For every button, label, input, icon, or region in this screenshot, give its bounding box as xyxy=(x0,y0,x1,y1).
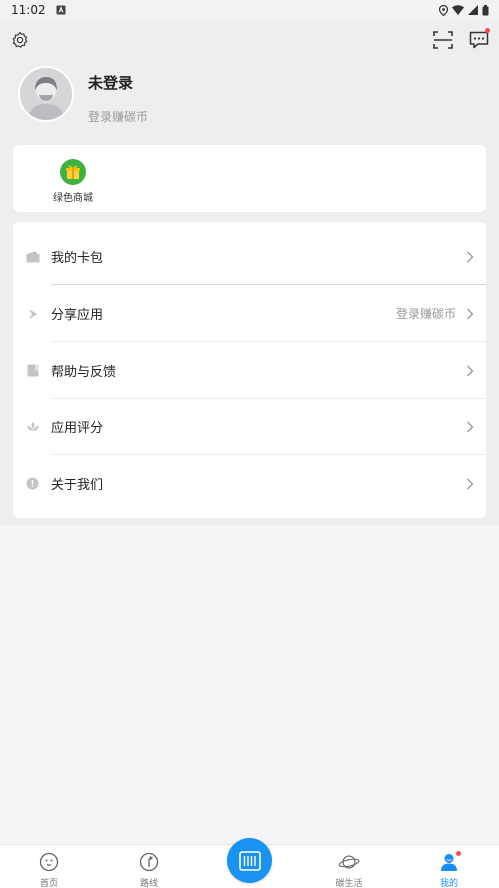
chevron-right-icon xyxy=(467,308,474,319)
home-face-icon xyxy=(38,851,60,873)
wallet-icon xyxy=(25,249,40,264)
chevron-right-icon xyxy=(467,365,474,376)
tab-carbon-life[interactable]: 碳生活 xyxy=(319,851,379,888)
menu-item-label: 应用评分 xyxy=(51,421,104,436)
signal-icon xyxy=(468,5,478,15)
tab-badge xyxy=(456,851,461,856)
tab-label: 碳生活 xyxy=(335,879,363,888)
menu-item-hint: 登录赚碳币 xyxy=(395,307,456,321)
bus-card-icon xyxy=(238,850,261,871)
menu-item-label: 帮助与反馈 xyxy=(51,365,117,380)
shop-card: 绿色商城 xyxy=(13,145,486,212)
route-icon xyxy=(138,851,160,873)
planet-icon xyxy=(338,851,360,873)
chevron-right-icon xyxy=(467,421,474,432)
share-icon xyxy=(25,306,40,321)
profile-subtitle[interactable]: 登录赚碳币 xyxy=(88,108,148,125)
menu-item-help-feedback[interactable]: 帮助与反馈 xyxy=(13,342,486,399)
gift-icon xyxy=(60,159,86,185)
default-avatar-icon xyxy=(20,68,72,120)
wifi-icon xyxy=(452,5,464,15)
tab-label: 路线 xyxy=(139,879,158,888)
menu-item-about-us[interactable]: 关于我们 xyxy=(13,455,486,512)
notification-icon xyxy=(56,5,66,15)
menu-card: 我的卡包 分享应用 登录赚碳币 帮助与反馈 应用评分 关于我们 xyxy=(13,222,486,518)
menu-item-label: 关于我们 xyxy=(51,478,104,493)
status-bar: 11:02 xyxy=(0,0,499,20)
tab-label: 我的 xyxy=(439,879,458,888)
scan-button[interactable] xyxy=(432,29,454,51)
chevron-right-icon xyxy=(467,478,474,489)
menu-item-app-rating[interactable]: 应用评分 xyxy=(13,398,486,455)
battery-icon xyxy=(482,4,489,16)
profile-name[interactable]: 未登录 xyxy=(88,72,148,93)
book-icon xyxy=(25,363,40,378)
profile-section[interactable]: 未登录 登录赚碳币 xyxy=(18,66,148,125)
lotus-icon xyxy=(25,419,40,434)
status-time: 11:02 xyxy=(11,3,46,17)
message-icon xyxy=(469,31,489,49)
center-bus-card-button[interactable] xyxy=(227,838,272,883)
green-mall-label: 绿色商城 xyxy=(53,193,93,204)
menu-item-share-app[interactable]: 分享应用 登录赚碳币 xyxy=(13,285,486,342)
tab-route[interactable]: 路线 xyxy=(119,851,179,888)
top-toolbar xyxy=(0,28,499,52)
menu-item-label: 分享应用 xyxy=(51,308,104,323)
message-button[interactable] xyxy=(468,28,490,51)
menu-item-card-wallet[interactable]: 我的卡包 xyxy=(13,228,486,285)
avatar[interactable] xyxy=(18,66,74,122)
tab-home[interactable]: 首页 xyxy=(19,851,79,888)
green-mall-button[interactable]: 绿色商城 xyxy=(51,159,95,204)
settings-button[interactable] xyxy=(9,29,31,51)
message-badge xyxy=(485,28,490,33)
info-icon xyxy=(25,476,40,491)
tab-label: 首页 xyxy=(39,879,58,888)
scan-icon xyxy=(433,31,453,49)
location-icon xyxy=(439,4,448,16)
gear-icon xyxy=(12,31,28,48)
chevron-right-icon xyxy=(467,251,474,262)
menu-item-label: 我的卡包 xyxy=(51,251,104,266)
tab-mine[interactable]: 我的 xyxy=(419,851,479,888)
